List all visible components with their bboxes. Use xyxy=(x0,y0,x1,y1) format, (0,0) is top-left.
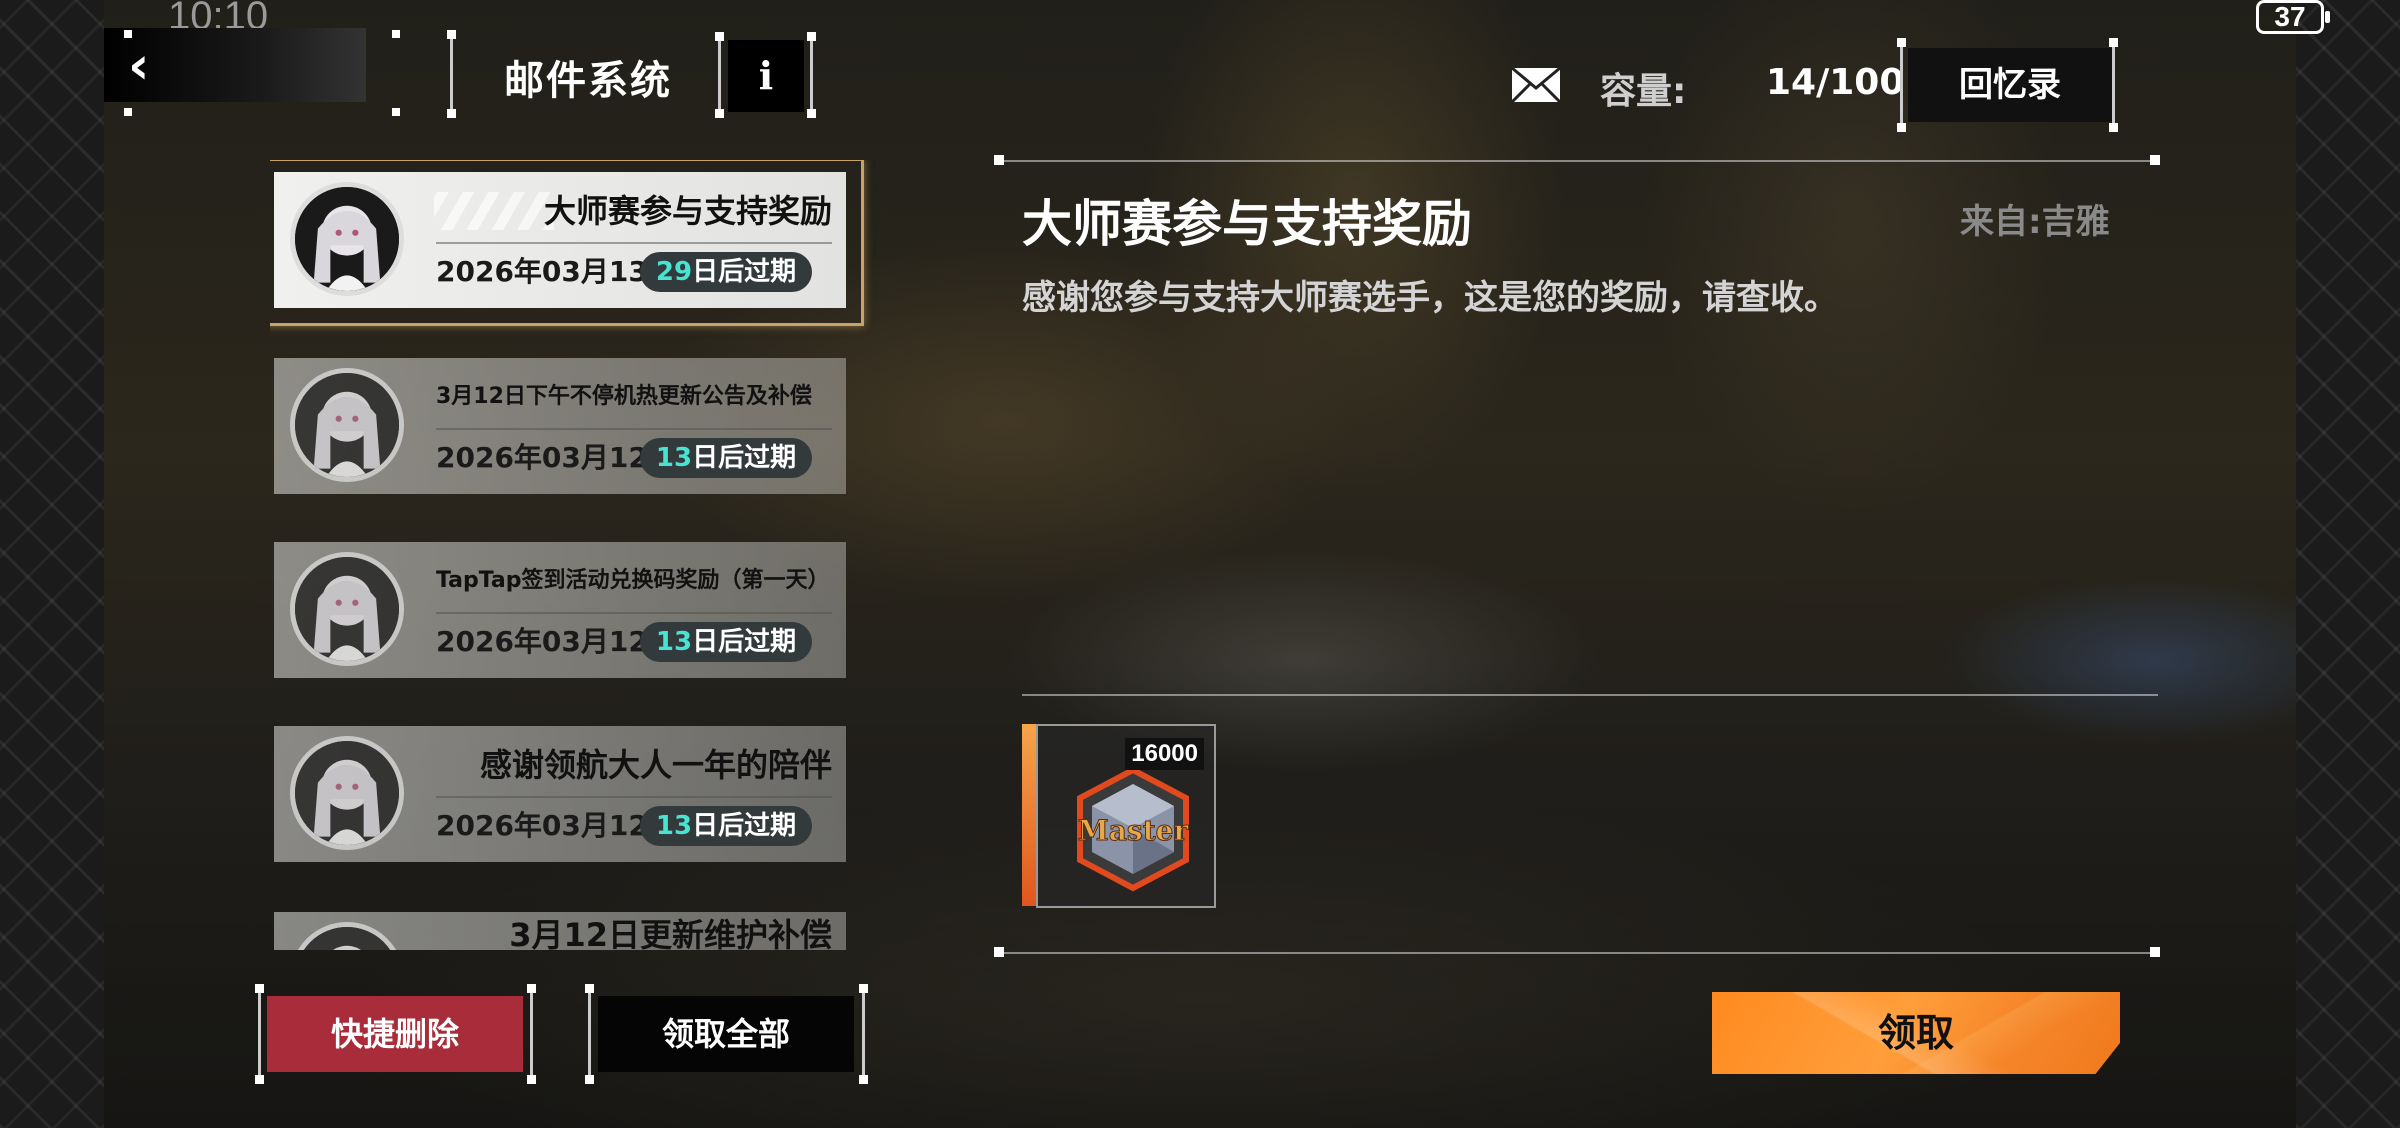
sender-avatar xyxy=(290,368,404,482)
reward-quantity: 16000 xyxy=(1125,738,1204,770)
detail-bottom-divider xyxy=(1000,952,2156,954)
capacity-value: 14/100 xyxy=(1766,62,1905,103)
mail-item-selected[interactable]: 大师赛参与支持奖励 2026年03月13日 29日后过期 xyxy=(270,160,864,326)
mail-list[interactable]: 大师赛参与支持奖励 2026年03月13日 29日后过期 3月12日下午不停机热… xyxy=(270,160,880,950)
master-badge-icon: Master xyxy=(1077,766,1190,892)
expiry-badge: 13日后过期 xyxy=(640,622,812,662)
quick-delete-button[interactable]: 快捷删除 xyxy=(267,996,523,1072)
mail-item[interactable]: 3月12日下午不停机热更新公告及补偿 2026年03月12日 13日后过期 xyxy=(274,358,846,494)
memory-archive-button[interactable]: 回忆录 xyxy=(1908,48,2112,122)
claim-button[interactable]: 领取 xyxy=(1712,992,2120,1074)
mail-title: 3月12日下午不停机热更新公告及补偿 xyxy=(436,384,812,409)
mail-title: 3月12日更新维护补偿 xyxy=(509,916,832,950)
mail-body: 感谢您参与支持大师赛选手，这是您的奖励，请查收。 xyxy=(1022,278,1838,318)
mail-item-partial[interactable]: 3月12日更新维护补偿 xyxy=(274,912,846,950)
mail-item[interactable]: TapTap签到活动兑换码奖励（第一天） 2026年03月12日 13日后过期 xyxy=(274,542,846,678)
battery-indicator: 37 xyxy=(2256,0,2330,34)
info-button[interactable]: i xyxy=(728,40,804,112)
right-pattern-panel xyxy=(2296,0,2400,1128)
capacity-label: 容量: xyxy=(1600,71,1687,112)
claim-all-button[interactable]: 领取全部 xyxy=(598,996,854,1072)
mail-title: 大师赛参与支持奖励 xyxy=(543,192,832,230)
reward-divider xyxy=(1022,694,2158,696)
back-button[interactable]: ‹ xyxy=(104,28,366,102)
expiry-badge: 13日后过期 xyxy=(640,438,812,478)
sender-avatar xyxy=(290,922,404,950)
mail-detail-title: 大师赛参与支持奖励 xyxy=(1022,195,1472,253)
mail-sender: 来自:吉雅 xyxy=(1960,202,2110,242)
claim-button-label: 领取 xyxy=(1877,1011,1954,1055)
svg-text:Master: Master xyxy=(1078,814,1190,847)
mail-item[interactable]: 感谢领航大人一年的陪伴 2026年03月12日 13日后过期 xyxy=(274,726,846,862)
sender-avatar xyxy=(290,736,404,850)
expiry-badge: 13日后过期 xyxy=(640,806,812,846)
expiry-badge: 29日后过期 xyxy=(640,252,812,292)
mail-title: TapTap签到活动兑换码奖励（第一天） xyxy=(436,568,830,593)
sender-avatar xyxy=(290,552,404,666)
envelope-icon xyxy=(1510,66,1562,104)
detail-top-divider xyxy=(1000,160,2156,162)
title-bracket xyxy=(447,30,456,118)
sender-avatar xyxy=(290,182,404,296)
page-title: 邮件系统 xyxy=(504,58,672,104)
reward-item[interactable]: Master 16000 xyxy=(1022,724,1218,908)
chevron-left-icon: ‹ xyxy=(128,36,150,96)
left-pattern-panel xyxy=(0,0,104,1128)
mail-title: 感谢领航大人一年的陪伴 xyxy=(479,746,832,784)
